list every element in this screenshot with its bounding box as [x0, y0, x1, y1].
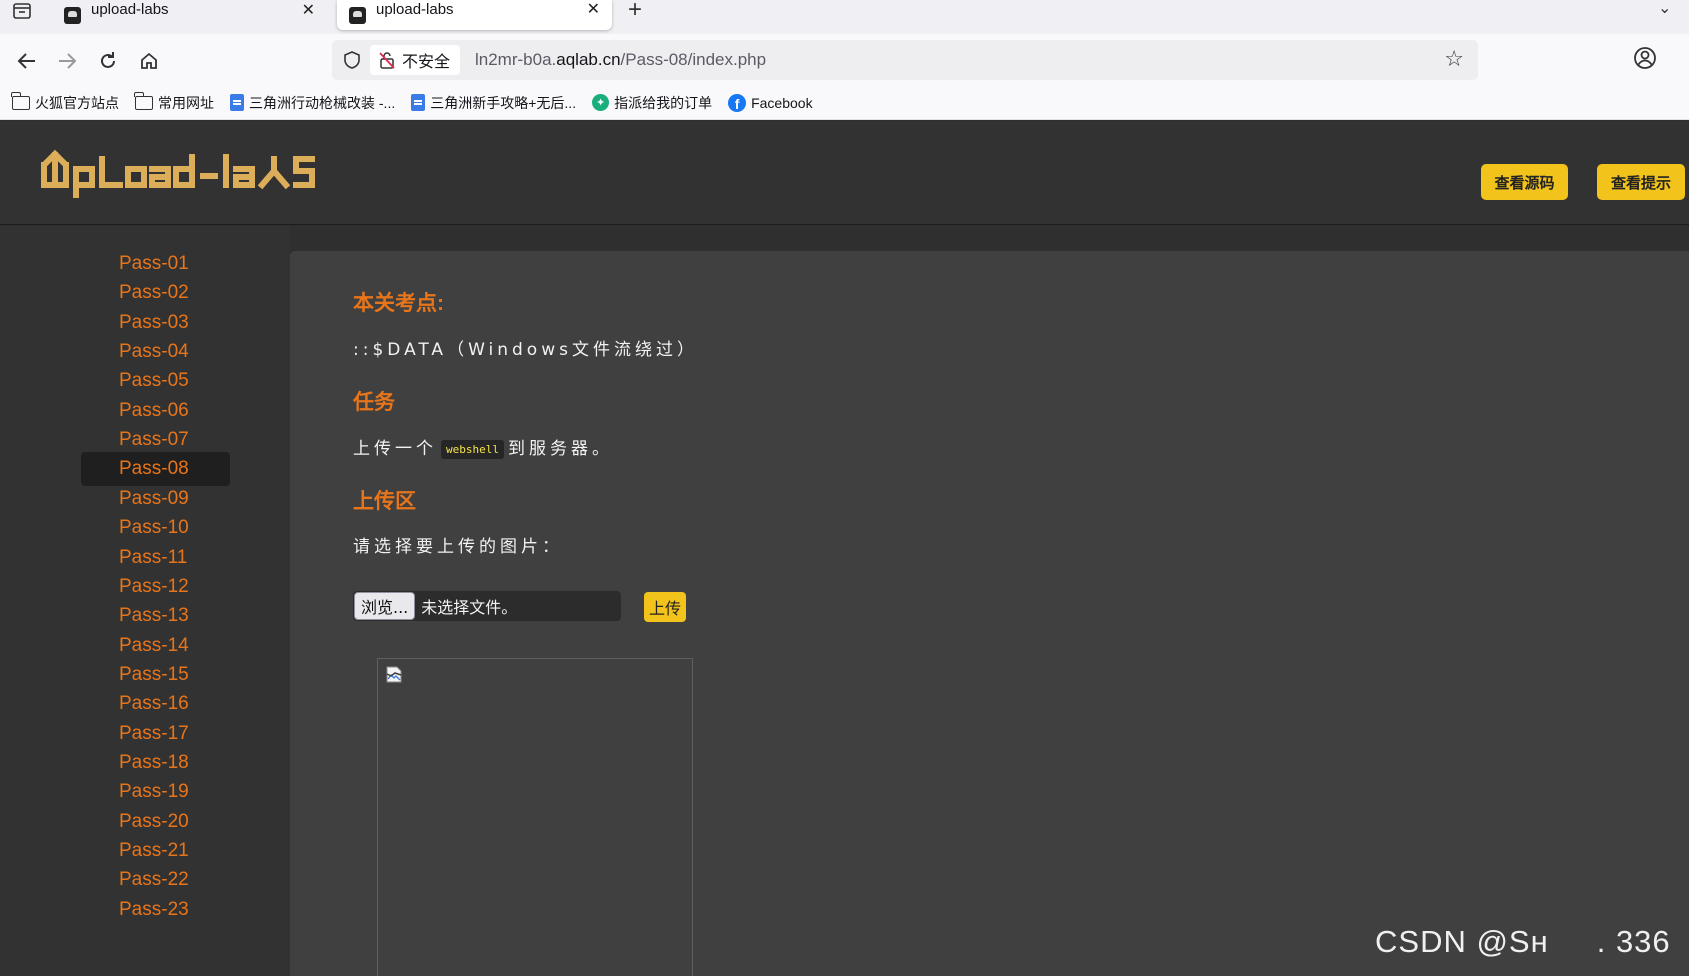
url-host: aqlab.cn	[556, 50, 621, 69]
bookmark-facebook[interactable]: f Facebook	[728, 93, 813, 112]
url-text[interactable]: ln2mr-b0a.aqlab.cn/Pass-08/index.php	[475, 50, 766, 70]
tab-strip: upload-labs ✕ upload-labs ✕ + ⌄	[0, 0, 1689, 34]
facebook-icon: f	[728, 93, 747, 112]
reload-icon[interactable]	[93, 46, 123, 76]
security-label: 不安全	[402, 54, 451, 71]
not-secure-badge[interactable]: 不安全	[370, 45, 461, 75]
webshell-code: webshell	[441, 439, 504, 459]
site-favicon-icon	[349, 6, 366, 24]
browser-tab-2-active[interactable]: upload-labs ✕	[337, 0, 612, 30]
image-preview-box	[377, 658, 693, 976]
browse-button[interactable]: 浏览...	[354, 592, 416, 620]
task-text: 上传一个 webshell 到服务器。	[353, 439, 613, 459]
browser-tab-1[interactable]: upload-labs ✕	[52, 0, 327, 31]
navigation-toolbar: 不安全 ln2mr-b0a.aqlab.cn/Pass-08/index.php…	[0, 34, 1689, 86]
green-app-icon: ✦	[592, 94, 610, 111]
csdn-watermark: CSDN @Sн. 336	[1375, 924, 1671, 959]
bookmark-star-icon[interactable]: ☆	[1444, 46, 1464, 72]
folder-icon	[11, 91, 30, 110]
close-tab-icon[interactable]: ✕	[302, 0, 315, 20]
view-source-button[interactable]: 查看源码	[1481, 164, 1568, 200]
broken-image-icon	[386, 666, 402, 683]
home-icon[interactable]	[134, 46, 164, 76]
bookmarks-toolbar: 火狐官方站点 常用网址 三角洲行动枪械改装 -... 三角洲新手攻略+无后...…	[0, 86, 1689, 120]
task-title: 任务	[353, 391, 395, 414]
url-path: /Pass-08/index.php	[620, 50, 767, 69]
folder-icon	[134, 91, 153, 110]
pass-sidebar: Pass-01 Pass-02 Pass-03 Pass-04 Pass-05 Pass-…	[0, 226, 290, 976]
main-panel: 本关考点: ::$DATA（Windows文件流绕过） 任务 上传一个 websh…	[290, 251, 1689, 976]
upload-prompt: 请选择要上传的图片：	[353, 537, 563, 557]
page-header: 查看源码 查看提示	[0, 121, 1689, 225]
tab-list-icon[interactable]	[10, 0, 34, 22]
tracking-shield-icon[interactable]	[342, 50, 362, 70]
topic-text: ::$DATA（Windows文件流绕过）	[353, 340, 698, 360]
upload-area-title: 上传区	[353, 490, 416, 513]
upload-button[interactable]: 上传	[644, 592, 686, 622]
upload-labs-logo[interactable]	[40, 149, 340, 201]
doc-icon	[411, 94, 426, 111]
site-favicon-icon	[64, 7, 81, 24]
bookmark-delta-beginner-guide[interactable]: 三角洲新手攻略+无后...	[411, 93, 576, 113]
insecure-lock-icon	[379, 52, 395, 69]
sidebar-item-pass-23[interactable]: Pass-23	[81, 893, 230, 927]
bookmark-delta-weapon-mods[interactable]: 三角洲行动枪械改装 -...	[230, 93, 395, 113]
back-arrow-icon[interactable]	[12, 46, 42, 76]
file-input[interactable]: 浏览... 未选择文件。	[353, 591, 621, 621]
bookmark-firefox-sites[interactable]: 火狐官方站点	[11, 91, 119, 113]
doc-icon	[230, 94, 244, 111]
chevron-down-icon[interactable]: ⌄	[1658, 0, 1671, 18]
view-hint-button[interactable]: 查看提示	[1597, 164, 1685, 200]
account-icon[interactable]	[1632, 45, 1658, 71]
topic-title: 本关考点:	[353, 292, 444, 315]
new-tab-icon[interactable]: +	[628, 0, 642, 24]
forward-arrow-icon[interactable]	[52, 46, 82, 76]
bookmark-assigned-orders[interactable]: ✦ 指派给我的订单	[592, 93, 712, 113]
close-tab-icon[interactable]: ✕	[587, 0, 600, 19]
menu-icon[interactable]: ⋮	[1684, 50, 1689, 71]
tab-title: upload-labs	[376, 0, 454, 18]
address-bar[interactable]: 不安全 ln2mr-b0a.aqlab.cn/Pass-08/index.php…	[332, 40, 1478, 80]
bookmark-common-sites[interactable]: 常用网址	[134, 91, 214, 113]
tab-title: upload-labs	[91, 1, 169, 18]
file-status: 未选择文件。	[421, 598, 518, 617]
